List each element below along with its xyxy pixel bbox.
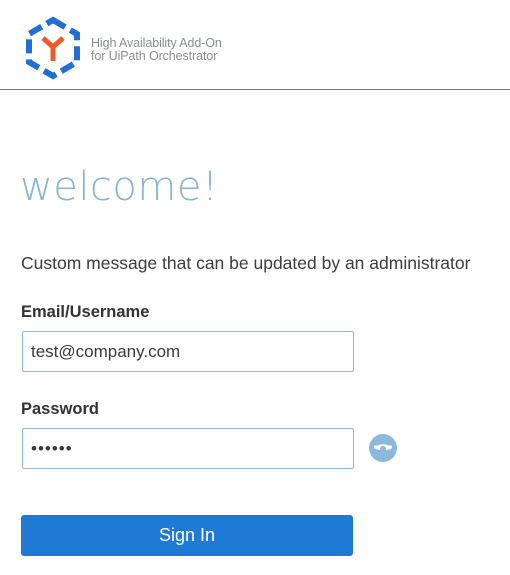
password-input[interactable]: [22, 428, 354, 469]
password-label: Password: [21, 400, 99, 418]
custom-message: Custom message that can be updated by an…: [21, 253, 471, 273]
header: High Availability Add-On for UiPath Orch…: [0, 0, 510, 90]
login-page: High Availability Add-On for UiPath Orch…: [0, 0, 510, 575]
uipath-ha-addon-logo-icon: [26, 16, 80, 80]
product-name: High Availability Add-On for UiPath Orch…: [91, 37, 222, 63]
welcome-heading: welcome!: [20, 164, 219, 210]
eye-icon[interactable]: [369, 434, 397, 462]
email-input[interactable]: [22, 331, 354, 372]
sign-in-button[interactable]: Sign In: [21, 515, 353, 556]
email-label: Email/Username: [21, 303, 150, 321]
product-name-line2: for UiPath Orchestrator: [91, 49, 218, 63]
